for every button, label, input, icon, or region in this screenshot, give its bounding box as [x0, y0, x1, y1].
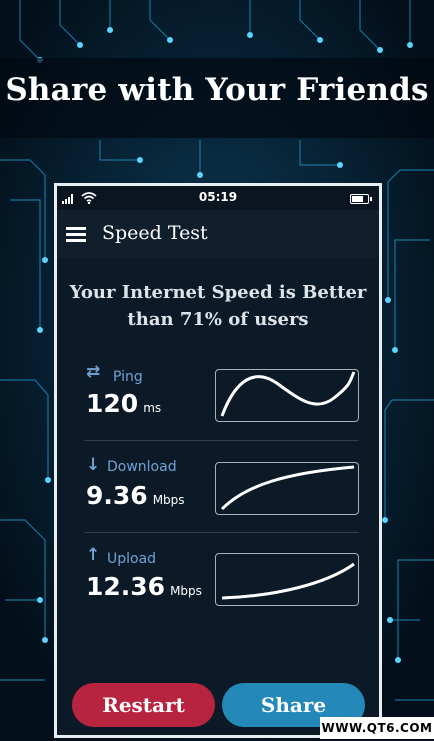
headline-line-2: than 71% of users — [127, 309, 309, 330]
download-unit: Mbps — [152, 493, 185, 507]
status-time: 05:19 — [198, 190, 238, 204]
ping-graph — [215, 369, 359, 422]
download-label: Download — [107, 459, 177, 475]
speed-comparison-headline: Your Internet Speed is Better than 71% o… — [57, 279, 379, 333]
app-title: Speed Test — [102, 222, 208, 244]
download-arrow-icon: ↓ — [86, 455, 101, 475]
hamburger-menu-icon[interactable] — [66, 227, 86, 242]
ping-arrow-icon: ⇄ — [86, 362, 101, 382]
divider — [84, 440, 359, 441]
ping-label: Ping — [113, 369, 143, 385]
upload-graph — [215, 553, 359, 606]
watermark: WWW.QT6.COM — [320, 717, 434, 739]
phone-frame: 05:19 Speed Test Your Internet Speed is … — [54, 183, 382, 738]
ping-unit: ms — [143, 401, 162, 415]
upload-arrow-icon: ↑ — [86, 545, 101, 565]
download-graph — [215, 462, 359, 515]
divider — [84, 532, 359, 533]
headline-line-1: Your Internet Speed is Better — [69, 282, 367, 303]
upload-unit: Mbps — [170, 584, 202, 598]
status-bar: 05:19 — [57, 186, 379, 210]
upload-value: 12.36 Mbps — [86, 572, 202, 601]
app-bar: Speed Test — [57, 210, 379, 258]
ping-value: 120 ms — [86, 389, 162, 418]
banner-title: Share with Your Friends — [5, 72, 429, 108]
download-value: 9.36 Mbps — [86, 481, 185, 510]
restart-button[interactable]: Restart — [72, 683, 215, 727]
battery-icon — [350, 194, 372, 204]
upload-label: Upload — [107, 551, 157, 567]
